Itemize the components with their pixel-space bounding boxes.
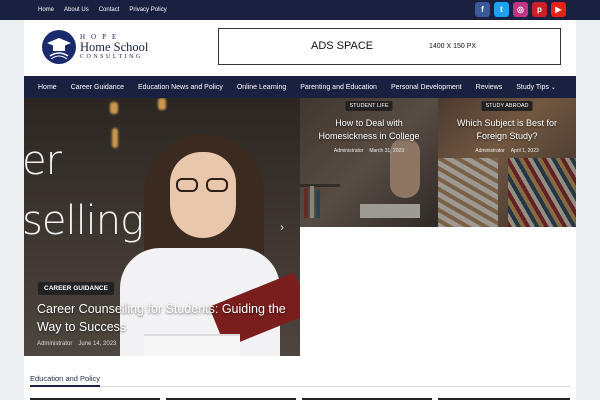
- card-meta: Administrator April 1, 2023: [438, 148, 576, 154]
- nav-item-home[interactable]: Home: [38, 84, 57, 91]
- section-divider: [30, 386, 570, 387]
- card-category-badge[interactable]: STUDY ABROAD: [481, 101, 533, 111]
- hero-title[interactable]: Career Counselling for Students: Guiding…: [37, 300, 287, 336]
- logo-text: HOPE Home School CONSULTING: [80, 34, 148, 60]
- main-nav: Home Career Guidance Education News and …: [24, 76, 576, 98]
- featured-card-1[interactable]: STUDENT LIFE How to Deal with Homesickne…: [300, 98, 438, 227]
- hero-author[interactable]: Administrator: [37, 341, 72, 347]
- card-author[interactable]: Administrator: [334, 148, 363, 154]
- pinterest-icon[interactable]: p: [532, 2, 547, 17]
- site-header: HOPE Home School CONSULTING ADS SPACE 14…: [24, 20, 576, 76]
- logo-line-3: CONSULTING: [80, 53, 143, 60]
- instagram-icon[interactable]: ◎: [513, 2, 528, 17]
- lamp-light: [110, 102, 118, 114]
- card-title[interactable]: Which Subject is Best for Foreign Study?: [444, 117, 570, 143]
- card-title[interactable]: How to Deal with Homesickness in College: [306, 117, 432, 143]
- youtube-icon[interactable]: ▶: [551, 2, 566, 17]
- nav-item-study-tips[interactable]: Study Tips ⌄: [516, 84, 556, 91]
- top-link-home[interactable]: Home: [38, 7, 54, 13]
- social-icons: f t ◎ p ▶: [475, 2, 566, 17]
- section-title[interactable]: Education and Policy: [30, 374, 100, 383]
- hero-photo-pages: [144, 334, 240, 356]
- card-date: March 31, 2023: [369, 148, 405, 154]
- hero-photo-face: [170, 152, 236, 238]
- ad-banner[interactable]: ADS SPACE 1400 X 150 PX: [218, 28, 561, 65]
- hero-bg-text-1: er: [24, 138, 62, 184]
- lamp-light: [158, 98, 166, 110]
- hero-date: June 14, 2023: [78, 341, 117, 347]
- top-nav: Home About Us Contact Privacy Policy: [38, 0, 167, 20]
- nav-item-online-learning[interactable]: Online Learning: [237, 84, 286, 91]
- chevron-right-icon[interactable]: ›: [280, 220, 284, 234]
- nav-item-career-guidance[interactable]: Career Guidance: [71, 84, 124, 91]
- nav-item-parenting[interactable]: Parenting and Education: [300, 84, 377, 91]
- chevron-down-icon: ⌄: [550, 84, 556, 91]
- hero-photo-glasses: [176, 178, 232, 192]
- nav-item-reviews[interactable]: Reviews: [476, 84, 502, 91]
- card-category-badge[interactable]: STUDENT LIFE: [345, 101, 393, 111]
- education-policy-section: Education and Policy: [24, 356, 576, 400]
- top-link-contact[interactable]: Contact: [99, 7, 120, 13]
- featured-card-2[interactable]: STUDY ABROAD Which Subject is Best for F…: [438, 98, 576, 227]
- section-underline: [30, 385, 100, 387]
- site-logo[interactable]: HOPE Home School CONSULTING: [42, 30, 148, 64]
- card-meta: Administrator March 31, 2023: [300, 148, 438, 154]
- ad-label: ADS SPACE: [311, 40, 374, 52]
- nav-item-personal-development[interactable]: Personal Development: [391, 84, 462, 91]
- card-author[interactable]: Administrator: [475, 148, 504, 154]
- logo-line-2: Home School: [80, 40, 149, 55]
- ad-size: 1400 X 150 PX: [429, 43, 477, 50]
- hero-meta: Administrator June 14, 2023: [37, 341, 116, 347]
- twitter-icon[interactable]: t: [494, 2, 509, 17]
- hero-article[interactable]: er selling › CAREER GUIDANCE Career Coun…: [24, 98, 300, 356]
- nav-item-education-news[interactable]: Education News and Policy: [138, 84, 223, 91]
- card-date: April 1, 2023: [510, 148, 539, 154]
- content-area: [300, 227, 576, 356]
- hero-category-badge[interactable]: CAREER GUIDANCE: [38, 282, 114, 295]
- top-link-about-us[interactable]: About Us: [64, 7, 89, 13]
- nav-item-study-tips-label: Study Tips: [516, 83, 549, 91]
- graduation-cap-icon: [42, 30, 76, 64]
- top-bar: Home About Us Contact Privacy Policy f t…: [0, 0, 600, 20]
- top-link-privacy-policy[interactable]: Privacy Policy: [129, 7, 166, 13]
- lamp-light: [112, 128, 118, 148]
- hero-bg-text-2: selling: [24, 198, 144, 244]
- facebook-icon[interactable]: f: [475, 2, 490, 17]
